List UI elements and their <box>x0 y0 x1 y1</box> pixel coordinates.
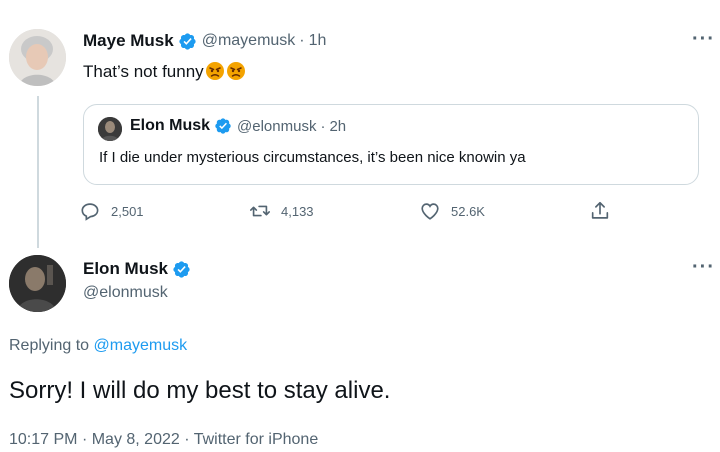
reply-tweet-text: Sorry! I will do my best to stay alive. <box>9 377 391 404</box>
verified-badge-icon <box>214 117 232 135</box>
reply-button[interactable]: 2,501 <box>79 200 144 222</box>
share-button[interactable] <box>589 200 621 222</box>
angry-face-emoji <box>205 61 225 81</box>
avatar-elon-musk[interactable] <box>9 255 66 312</box>
separator-dot: · <box>81 431 88 448</box>
reply-date[interactable]: May 8, 2022 <box>92 431 180 448</box>
tweet-source[interactable]: Twitter for iPhone <box>194 431 319 448</box>
retweet-icon <box>250 205 270 217</box>
reply-handle-row: @elonmusk <box>83 284 168 302</box>
quoted-avatar-elon-musk <box>98 117 122 141</box>
quoted-author-handle[interactable]: @elonmusk <box>237 118 316 135</box>
verified-badge-icon <box>172 260 191 279</box>
like-button[interactable]: 52.6K <box>419 200 485 222</box>
tweet-action-bar: 2,501 4,133 52.6K <box>79 200 639 226</box>
reply-author-handle[interactable]: @elonmusk <box>83 284 168 302</box>
author-handle[interactable]: @mayemusk <box>202 32 296 50</box>
reply-icon <box>81 203 99 221</box>
replying-to-line: Replying to @mayemusk <box>9 337 187 355</box>
more-options-icon[interactable]: ··· <box>692 256 715 279</box>
quoted-author-name[interactable]: Elon Musk <box>130 117 210 135</box>
replying-to-mention[interactable]: @mayemusk <box>94 337 188 354</box>
author-name[interactable]: Maye Musk <box>83 31 174 51</box>
parent-tweet-text: That’s not funny <box>83 61 246 82</box>
like-icon <box>421 203 439 220</box>
separator-dot: · <box>184 431 190 448</box>
like-count: 52.6K <box>451 203 485 219</box>
separator-dot: · <box>299 32 305 49</box>
verified-badge-icon <box>178 32 197 51</box>
share-icon <box>591 201 609 219</box>
parent-tweet-header: Maye Musk @mayemusk · 1h <box>83 31 326 51</box>
parent-tweet-text-content: That’s not funny <box>83 62 204 81</box>
reply-count: 2,501 <box>111 203 144 219</box>
more-options-icon[interactable]: ··· <box>692 28 715 51</box>
retweet-count: 4,133 <box>281 203 314 219</box>
reply-author-name[interactable]: Elon Musk <box>83 259 168 279</box>
reply-time[interactable]: 10:17 PM <box>9 431 77 448</box>
replying-prefix: Replying to <box>9 337 90 354</box>
quoted-tweet[interactable]: Elon Musk @elonmusk · 2h If I die under … <box>83 104 699 185</box>
separator-dot: · <box>320 117 326 135</box>
angry-face-emoji <box>226 61 246 81</box>
quoted-tweet-header: Elon Musk @elonmusk · 2h <box>130 117 346 135</box>
reply-tweet-header: Elon Musk <box>83 259 191 279</box>
thread-connector-line <box>37 96 39 248</box>
quoted-tweet-timestamp[interactable]: 2h <box>329 118 346 135</box>
reply-tweet-meta: 10:17 PM · May 8, 2022 · Twitter for iPh… <box>9 431 318 449</box>
retweet-button[interactable]: 4,133 <box>249 200 314 222</box>
tweet-timestamp[interactable]: 1h <box>309 32 327 50</box>
avatar-maye-musk[interactable] <box>9 29 66 86</box>
quoted-tweet-text: If I die under mysterious circumstances,… <box>99 149 526 166</box>
